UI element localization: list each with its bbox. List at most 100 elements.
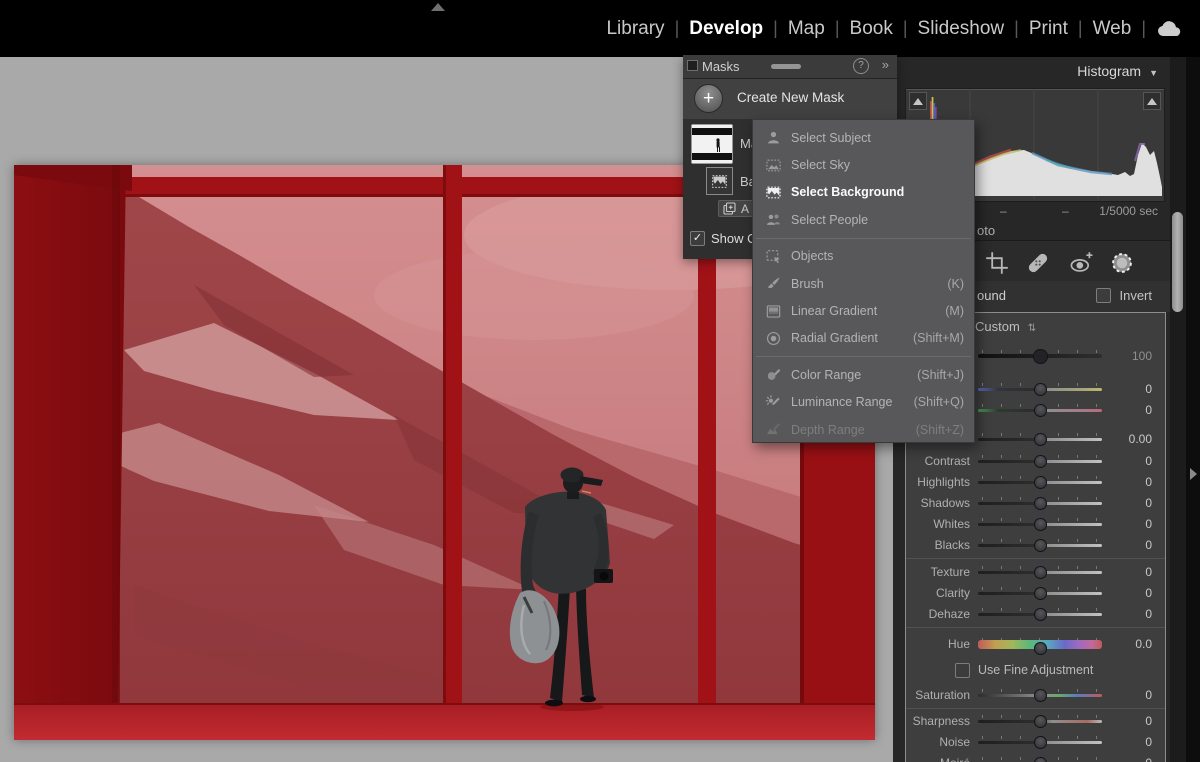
nav-item-web[interactable]: Web	[1083, 18, 1142, 40]
slider-label: Clarity	[906, 586, 978, 600]
nav-item-map[interactable]: Map	[778, 18, 835, 40]
mask-component-thumbnail[interactable]	[706, 167, 733, 195]
slider-label: Contrast	[906, 454, 978, 468]
drag-handle[interactable]	[771, 64, 801, 69]
slider-track-sharpness[interactable]	[978, 711, 1102, 731]
slider-label: Noise	[906, 735, 978, 749]
slider-value: 0	[1102, 382, 1165, 396]
slider-track-noise[interactable]	[978, 732, 1102, 752]
slider-track-unlabeled[interactable]	[978, 400, 1102, 420]
panel-expander-arrow-icon[interactable]	[1190, 468, 1197, 480]
slider-knob[interactable]	[1034, 518, 1047, 531]
slider-knob[interactable]	[1034, 539, 1047, 552]
slider-knob[interactable]	[1034, 757, 1047, 762]
slider-knob[interactable]	[1033, 349, 1048, 364]
red-eye-tool-icon[interactable]	[1069, 251, 1093, 275]
slider-knob[interactable]	[1034, 476, 1047, 489]
slider-track-hue[interactable]	[978, 634, 1102, 654]
preset-value: Custom	[975, 319, 1020, 334]
slider-knob[interactable]	[1034, 566, 1047, 579]
slider-value: 0	[1102, 688, 1165, 702]
panel-dock-icon[interactable]	[687, 60, 698, 71]
mask-thumbnail[interactable]	[691, 124, 733, 164]
slider-value: 0	[1102, 607, 1165, 621]
shadow-clipping-indicator[interactable]	[909, 92, 927, 110]
highlight-clipping-indicator[interactable]	[1143, 92, 1161, 110]
slider-track-texture[interactable]	[978, 562, 1102, 582]
crop-tool-icon[interactable]	[985, 251, 1009, 275]
slider-track-shadows[interactable]	[978, 493, 1102, 513]
slider-knob[interactable]	[1034, 587, 1047, 600]
use-fine-adjustment-control[interactable]: Use Fine Adjustment	[955, 662, 1165, 678]
panel-scrollbar-track[interactable]	[1170, 57, 1186, 762]
slider-label: Texture	[906, 565, 978, 579]
slider-knob[interactable]	[1034, 715, 1047, 728]
menu-item-select-people[interactable]: Select People	[753, 206, 974, 233]
expand-panel-icon[interactable]: »	[882, 57, 889, 72]
menu-separator	[756, 238, 971, 239]
slider-knob[interactable]	[1034, 689, 1047, 702]
nav-item-develop[interactable]: Develop	[679, 18, 773, 40]
slider-track-unlabeled[interactable]	[978, 379, 1102, 399]
slider-label: Moiré	[906, 756, 978, 762]
menu-item-shortcut: (M)	[945, 304, 964, 318]
menu-item-luminance-range[interactable]: Luminance Range(Shift+Q)	[753, 389, 974, 416]
module-picker: Library|Develop|Map|Book|Slideshow|Print…	[596, 0, 1192, 57]
nav-item-print[interactable]: Print	[1019, 18, 1078, 40]
nav-item-slideshow[interactable]: Slideshow	[908, 18, 1015, 40]
masks-panel-header[interactable]: Masks ? »	[683, 55, 897, 79]
menu-item-label: Select Background	[791, 185, 904, 199]
slider-track-whites[interactable]	[978, 514, 1102, 534]
slider-row-highlights: Highlights0	[906, 472, 1165, 492]
slider-knob[interactable]	[1034, 736, 1047, 749]
slider-knob[interactable]	[1034, 404, 1047, 417]
slider-track-highlights[interactable]	[978, 472, 1102, 492]
slider-track-unlabeled[interactable]	[978, 429, 1102, 449]
menu-item-label: Linear Gradient	[791, 304, 877, 318]
menu-item-select-background[interactable]: Select Background	[753, 179, 974, 206]
slider-knob[interactable]	[1034, 608, 1047, 621]
right-edge-strip	[1186, 57, 1200, 762]
slider-track-blacks[interactable]	[978, 535, 1102, 555]
slider-track-saturation[interactable]	[978, 685, 1102, 705]
slider-track-dehaze[interactable]	[978, 604, 1102, 624]
aperture-dash: –	[1062, 204, 1069, 218]
menu-item-select-sky[interactable]: Select Sky	[753, 151, 974, 178]
create-new-mask-button[interactable]: + Create New Mask	[683, 79, 897, 119]
slider-knob[interactable]	[1034, 455, 1047, 468]
histogram-panel-header[interactable]: Histogram▼	[1077, 63, 1158, 79]
healing-tool-icon[interactable]	[1026, 251, 1050, 275]
nav-item-book[interactable]: Book	[840, 18, 903, 40]
masking-tool-icon-active[interactable]	[1110, 251, 1134, 275]
top-panel-collapse-arrow-icon[interactable]	[431, 3, 445, 11]
help-icon[interactable]: ?	[853, 58, 869, 74]
slider-track-clarity[interactable]	[978, 583, 1102, 603]
show-overlay-checkbox[interactable]: ✓	[690, 231, 705, 246]
menu-item-label: Luminance Range	[791, 395, 892, 409]
menu-item-linear-gradient[interactable]: Linear Gradient (M)	[753, 297, 974, 324]
slider-value: 0	[1102, 586, 1165, 600]
select-people-icon	[765, 211, 782, 228]
color-range-icon	[765, 366, 782, 383]
panel-scrollbar-thumb[interactable]	[1172, 212, 1183, 312]
slider-knob[interactable]	[1034, 383, 1047, 396]
slider-row-sharpness: Sharpness0	[906, 711, 1165, 731]
menu-item-select-subject[interactable]: Select Subject	[753, 124, 974, 151]
menu-item-label: Select People	[791, 213, 868, 227]
menu-item-color-range[interactable]: Color Range(Shift+J)	[753, 361, 974, 388]
slider-value: 0.00	[1102, 432, 1165, 446]
slider-knob[interactable]	[1034, 642, 1047, 655]
slider-knob[interactable]	[1034, 497, 1047, 510]
slider-track-contrast[interactable]	[978, 451, 1102, 471]
slider-track-moire[interactable]	[978, 753, 1102, 762]
histogram-collapse-icon[interactable]: ▼	[1149, 68, 1158, 78]
menu-item-objects[interactable]: Objects	[753, 243, 974, 270]
cloud-sync-icon[interactable]	[1146, 20, 1192, 37]
nav-item-library[interactable]: Library	[596, 18, 674, 40]
use-fine-adjustment-checkbox[interactable]	[955, 663, 970, 678]
menu-item-radial-gradient[interactable]: Radial Gradient(Shift+M)	[753, 325, 974, 352]
slider-knob[interactable]	[1034, 433, 1047, 446]
menu-item-brush[interactable]: Brush(K)	[753, 270, 974, 297]
invert-checkbox[interactable]	[1096, 288, 1111, 303]
slider-track-unlabeled[interactable]	[978, 346, 1102, 366]
